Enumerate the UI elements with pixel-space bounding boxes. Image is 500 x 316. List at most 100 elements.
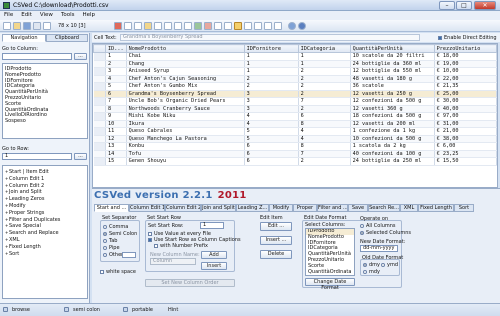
add-row-icon[interactable] xyxy=(194,22,202,30)
old-format-ymd[interactable]: ymd xyxy=(381,262,398,268)
grid-cell[interactable]: 18 confezioni da 500 g xyxy=(350,112,435,121)
undo-icon[interactable] xyxy=(154,22,162,30)
grid-cell[interactable]: 5 xyxy=(244,135,299,143)
column-header[interactable]: NomeProdotto xyxy=(125,44,245,53)
grid-cell[interactable]: 12 vasetti da 200 ml xyxy=(350,120,435,128)
row-header[interactable] xyxy=(93,105,106,113)
grid-cell[interactable]: 1 xyxy=(244,60,299,68)
minimize-button[interactable]: – xyxy=(439,1,455,10)
set-column-order-button[interactable]: Set New Column Order xyxy=(145,279,235,287)
radio-icon[interactable] xyxy=(360,230,364,235)
tree-item[interactable]: +XML xyxy=(3,237,87,244)
grid-cell[interactable]: 12 confezioni da 500 g xyxy=(350,97,435,106)
delete-row-icon[interactable] xyxy=(204,22,212,30)
row-header[interactable] xyxy=(93,82,106,91)
grid-cell[interactable]: 3 xyxy=(244,90,299,98)
replace-icon[interactable] xyxy=(184,22,192,30)
change-date-format-button[interactable]: Change Date Format xyxy=(305,278,355,291)
grid-cell[interactable]: Aniseed Syrup xyxy=(126,67,245,76)
grid-cell[interactable]: 6 xyxy=(244,142,299,151)
tab-filter[interactable]: Filter and ... xyxy=(317,204,348,212)
grid-cell[interactable]: 4 xyxy=(244,112,299,121)
grid-cell[interactable]: 24 bottiglie da 360 ml xyxy=(350,60,435,68)
column-header[interactable]: IDCategoria xyxy=(297,44,351,53)
close-button[interactable]: ✕ xyxy=(474,1,496,10)
tree-item[interactable]: +Column Edit 2 xyxy=(3,183,87,190)
grid-cell[interactable]: € 18,00 xyxy=(434,52,497,61)
grid-cell[interactable]: Queso Manchego La Pastora xyxy=(126,135,245,143)
radio-icon[interactable] xyxy=(103,252,107,257)
table-row[interactable]: 4 Chef Anton's Cajun Seasoning 2 2 48 vasett… xyxy=(93,75,497,83)
grid-cell[interactable]: Mishi Kobe Niku xyxy=(126,112,245,121)
stop-icon[interactable] xyxy=(114,22,122,30)
grid-cell[interactable]: Chef Anton's Cajun Seasoning xyxy=(126,75,245,83)
grid-cell[interactable]: 3 xyxy=(244,105,299,113)
radio-icon[interactable] xyxy=(360,223,364,228)
row-down-icon[interactable] xyxy=(224,22,232,30)
tab-column-edit-1[interactable]: Column Edit 1 xyxy=(129,204,165,212)
whitespace-checkbox[interactable]: white space xyxy=(100,269,136,275)
new-column-name-input[interactable]: Column xyxy=(150,258,196,265)
row-header[interactable] xyxy=(93,120,106,128)
tab-clipboard[interactable]: Clipboard xyxy=(46,34,88,42)
checkbox-icon[interactable] xyxy=(148,231,152,236)
grid-cell[interactable]: 2 xyxy=(244,75,299,83)
grid-cell[interactable]: € 6,00 xyxy=(434,142,497,151)
add-column-button[interactable]: Add xyxy=(201,251,227,259)
checkbox-icon[interactable] xyxy=(148,237,152,242)
separator-other-input[interactable] xyxy=(122,252,136,258)
grid-cell[interactable]: 1 xyxy=(298,60,351,68)
checkbox-icon[interactable] xyxy=(438,35,442,40)
grid-cell[interactable]: 8 xyxy=(105,105,127,113)
delete-button[interactable]: Delete xyxy=(260,250,292,259)
function-tree[interactable]: +Start | Item Edit +Column Edit 1 +Colum… xyxy=(2,165,88,299)
tab-save[interactable]: Save xyxy=(348,204,368,212)
row-header[interactable] xyxy=(93,112,106,121)
grid-cell[interactable]: 1 xyxy=(244,52,299,61)
table-row[interactable]: 14 Tofu 6 7 40 confezioni da 100 g € 23,25 xyxy=(93,150,497,158)
row-header[interactable] xyxy=(93,67,106,76)
info-icon[interactable] xyxy=(298,22,306,30)
tree-item[interactable]: +Leading Zeros xyxy=(3,196,87,203)
grid-cell[interactable]: 4 xyxy=(105,75,127,83)
tree-item[interactable]: +Start | Item Edit xyxy=(3,169,87,176)
table-row[interactable]: 12 Queso Manchego La Pastora 5 4 10 confezio… xyxy=(93,135,497,143)
table-row[interactable]: 11 Queso Cabrales 5 4 1 confezione da 1 kg € … xyxy=(93,127,497,136)
grid-cell[interactable]: Uncle Bob's Organic Dried Pears xyxy=(126,97,245,106)
save-icon[interactable] xyxy=(23,22,31,30)
grid-cell[interactable]: 1 scatola da 2 kg xyxy=(350,142,435,151)
table-row[interactable]: 2 Chang 1 1 24 bottiglie da 360 ml € 19,00 xyxy=(93,60,497,68)
grid-cell[interactable]: 1 confezione da 1 kg xyxy=(350,127,435,136)
grid-cell[interactable]: Chef Anton's Gumbo Mix xyxy=(126,82,245,91)
grid-cell[interactable]: 6 xyxy=(298,112,351,121)
row-header[interactable] xyxy=(93,97,106,106)
direct-edit-checkbox[interactable]: Enable Direct Editing xyxy=(438,35,497,41)
row-header[interactable] xyxy=(93,127,106,136)
column-edit-icon[interactable] xyxy=(234,22,242,30)
grid-cell[interactable]: € 97,00 xyxy=(434,112,497,121)
tree-item[interactable]: +Modify xyxy=(3,203,87,210)
grid-cell[interactable]: Tofu xyxy=(126,150,245,158)
separator-comma[interactable]: Comma xyxy=(103,224,128,230)
grid-cell[interactable]: € 31,00 xyxy=(434,120,497,128)
new-file-icon[interactable] xyxy=(3,22,11,30)
separator-tab[interactable]: Tab xyxy=(103,238,117,244)
insert-column-button[interactable]: Insert xyxy=(201,262,227,270)
goto-row-input[interactable]: 1 xyxy=(2,153,72,160)
tab-sort[interactable]: Sort xyxy=(454,204,474,212)
tree-item[interactable]: +Filter and Duplicates xyxy=(3,217,87,224)
sort-icon[interactable] xyxy=(274,22,282,30)
grid-cell[interactable]: € 21,00 xyxy=(434,127,497,136)
row-header[interactable] xyxy=(93,60,106,68)
table-row[interactable]: 7 Uncle Bob's Organic Dried Pears 3 7 12 con… xyxy=(93,97,497,106)
checkbox-icon[interactable] xyxy=(100,269,104,274)
goto-row-button[interactable]: ... xyxy=(74,153,87,160)
tree-item[interactable]: +Column Edit 1 xyxy=(3,176,87,183)
operate-all-columns[interactable]: All Columns xyxy=(360,223,396,229)
grid-cell[interactable]: 3 xyxy=(105,67,127,76)
grid-cell[interactable]: 2 xyxy=(298,67,351,76)
radio-icon[interactable] xyxy=(381,262,385,267)
data-grid[interactable]: ID... NomeProdotto IDFornitore IDCategor… xyxy=(92,43,498,188)
grid-cell[interactable]: 2 xyxy=(105,60,127,68)
column-left-icon[interactable] xyxy=(244,22,252,30)
